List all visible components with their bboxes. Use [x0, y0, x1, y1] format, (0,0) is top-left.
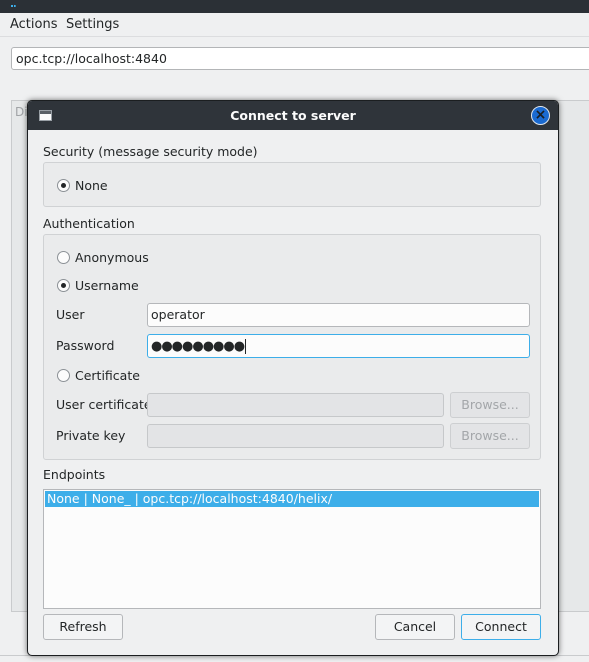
menu-actions[interactable]: Actions: [10, 17, 58, 32]
user-label: User: [56, 307, 85, 322]
connect-dialog: Connect to server × Security (message se…: [27, 100, 559, 656]
security-none-radio[interactable]: [57, 179, 70, 192]
menu-settings[interactable]: Settings: [66, 17, 119, 32]
top-window-strip: [0, 0, 589, 13]
security-group: None: [43, 162, 541, 207]
password-label: Password: [56, 338, 115, 353]
user-input[interactable]: operator: [147, 303, 530, 327]
server-address-input[interactable]: opc.tcp://localhost:4840: [11, 47, 589, 70]
background-panel-text: Di: [15, 105, 28, 119]
user-certificate-label: User certificate: [56, 397, 152, 412]
endpoints-list[interactable]: None | None_ | opc.tcp://localhost:4840/…: [43, 489, 541, 609]
dialog-title: Connect to server: [230, 108, 356, 123]
certificate-radio[interactable]: [57, 369, 70, 382]
user-certificate-input[interactable]: [147, 393, 444, 417]
security-label: Security (message security mode): [43, 144, 258, 159]
dialog-titlebar[interactable]: Connect to server ×: [28, 101, 558, 130]
private-key-input[interactable]: [147, 424, 444, 448]
password-mask: ●●●●●●●●●: [151, 339, 245, 354]
authentication-group: Anonymous Username User operator Passwor…: [43, 234, 541, 460]
menubar: Actions Settings: [0, 13, 589, 37]
security-none-label[interactable]: None: [75, 178, 108, 193]
endpoints-label: Endpoints: [43, 467, 106, 482]
app-icon: [11, 2, 16, 7]
username-label[interactable]: Username: [75, 278, 139, 293]
username-radio[interactable]: [57, 279, 70, 292]
password-input[interactable]: ●●●●●●●●●: [147, 334, 530, 358]
close-icon[interactable]: ×: [531, 106, 550, 125]
text-caret: [245, 339, 247, 354]
certificate-label[interactable]: Certificate: [75, 368, 140, 383]
endpoint-item-selected[interactable]: None | None_ | opc.tcp://localhost:4840/…: [45, 491, 539, 507]
connect-button[interactable]: Connect: [461, 614, 541, 640]
refresh-button[interactable]: Refresh: [43, 614, 123, 640]
authentication-label: Authentication: [43, 216, 135, 231]
anonymous-radio[interactable]: [57, 251, 70, 264]
private-key-browse-button[interactable]: Browse...: [450, 423, 530, 449]
user-certificate-browse-button[interactable]: Browse...: [450, 392, 530, 418]
private-key-label: Private key: [56, 428, 126, 443]
cancel-button[interactable]: Cancel: [375, 614, 455, 640]
anonymous-label[interactable]: Anonymous: [75, 250, 149, 265]
